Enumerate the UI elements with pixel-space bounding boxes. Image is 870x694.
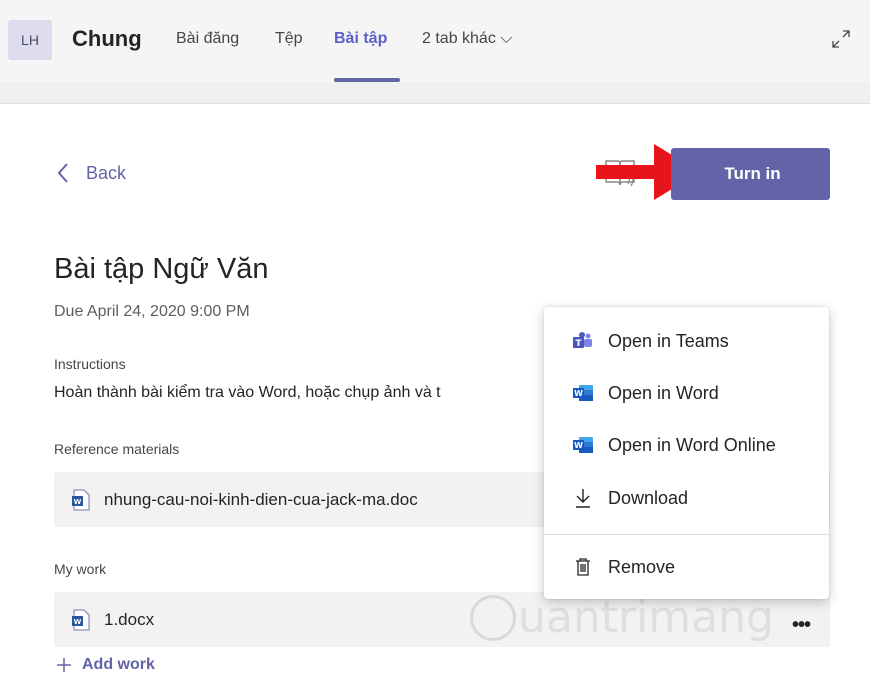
chevron-left-icon [57, 163, 68, 183]
menu-item-download[interactable]: Download [544, 478, 829, 518]
my-work-label: My work [54, 561, 107, 577]
watermark-text: uantrimang [518, 592, 774, 643]
word-icon: W [572, 382, 594, 404]
add-work-button[interactable]: Add work [56, 656, 155, 674]
my-work-file-name: 1.docx [104, 609, 155, 629]
turn-in-button[interactable]: Turn in [671, 148, 830, 200]
menu-item-label: Remove [608, 556, 676, 577]
word-document-icon: W [72, 609, 90, 630]
reference-file-name: nhung-cau-noi-kinh-dien-cua-jack-ma.doc [104, 489, 418, 509]
tab-more[interactable]: 2 tab khác ⌵ [422, 30, 512, 48]
teams-icon: T [572, 330, 594, 352]
menu-item-label: Open in Teams [608, 330, 729, 351]
watermark-logo: uantrimang [470, 592, 774, 643]
instructions-text: Hoàn thành bài kiểm tra vào Word, hoặc c… [54, 384, 441, 401]
tab-files[interactable]: Tệp [275, 30, 303, 48]
reference-materials-label: Reference materials [54, 441, 180, 457]
menu-item-label: Download [608, 487, 689, 508]
team-avatar[interactable]: LH [8, 20, 52, 60]
menu-item-label: Open in Word Online [608, 434, 776, 455]
plus-icon [57, 658, 71, 672]
menu-item-open-in-word[interactable]: W Open in Word [544, 373, 829, 413]
channel-header: LH Chung Bài đăng Tệp Bài tập 2 tab khác… [0, 0, 870, 82]
add-work-label: Add work [82, 656, 155, 673]
menu-divider [544, 534, 829, 535]
word-document-icon: W [72, 489, 90, 510]
assignment-title: Bài tập Ngữ Văn [54, 253, 269, 285]
due-date: Due April 24, 2020 9:00 PM [54, 303, 250, 320]
svg-text:W: W [74, 618, 82, 626]
trash-icon [572, 556, 594, 578]
instructions-label: Instructions [54, 356, 126, 372]
file-context-menu: T Open in Teams W Open in Word W Open in… [544, 307, 829, 599]
menu-item-open-in-teams[interactable]: T Open in Teams [544, 321, 829, 361]
back-button[interactable]: Back [56, 162, 126, 184]
menu-item-remove[interactable]: Remove [544, 547, 829, 587]
word-icon: W [572, 434, 594, 456]
menu-item-label: Open in Word [608, 382, 719, 403]
channel-title: Chung [72, 26, 142, 51]
back-label: Back [86, 162, 127, 183]
svg-text:W: W [74, 498, 82, 506]
header-divider [0, 82, 870, 104]
menu-item-open-in-word-online[interactable]: W Open in Word Online [544, 425, 829, 465]
svg-text:W: W [574, 441, 583, 450]
download-icon [572, 487, 594, 509]
tab-assignments[interactable]: Bài tập [334, 30, 387, 48]
more-options-icon[interactable]: ••• [792, 614, 811, 637]
watermark-circle-icon [470, 594, 516, 641]
svg-text:T: T [575, 339, 582, 349]
expand-icon[interactable] [830, 28, 852, 50]
tab-posts[interactable]: Bài đăng [176, 30, 239, 48]
svg-text:W: W [574, 389, 583, 398]
